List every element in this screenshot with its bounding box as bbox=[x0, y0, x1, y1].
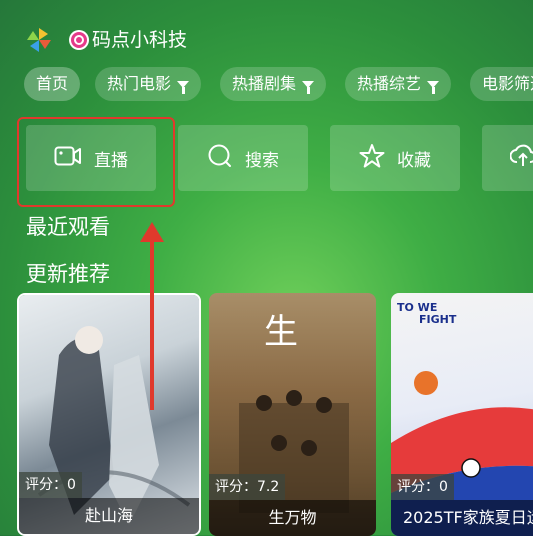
tab-hot-movies[interactable]: 热门电影 bbox=[95, 67, 202, 101]
star-icon bbox=[359, 143, 385, 174]
tab-movie-filter[interactable]: 电影筛选 bbox=[470, 67, 533, 101]
score-badge: 评分：0 bbox=[391, 474, 454, 500]
annotation-arrow-head bbox=[140, 222, 164, 242]
tab-label: 热播综艺 bbox=[357, 74, 422, 93]
media-card[interactable]: 评分：0 赴山海 bbox=[17, 293, 201, 536]
media-card[interactable]: 生 评分：7.2 生万物 bbox=[209, 293, 376, 536]
filter-icon bbox=[302, 80, 315, 94]
upload-button[interactable] bbox=[482, 125, 533, 191]
filter-icon bbox=[177, 80, 190, 94]
tab-label: 电影筛选 bbox=[482, 74, 533, 93]
tab-hot-series[interactable]: 热播剧集 bbox=[220, 67, 327, 101]
media-card[interactable]: TO WE FIGHT 评分：0 2025TF家族夏日运动会 bbox=[391, 293, 533, 536]
tab-label: 首页 bbox=[36, 74, 69, 93]
updates-section-title: 更新推荐 bbox=[26, 262, 110, 286]
search-button[interactable]: 搜索 bbox=[178, 125, 308, 191]
tab-home[interactable]: 首页 bbox=[24, 67, 81, 101]
cloud-upload-icon bbox=[509, 144, 533, 173]
tab-hot-variety[interactable]: 热播综艺 bbox=[345, 67, 452, 101]
svg-text:生: 生 bbox=[264, 312, 298, 352]
filter-icon bbox=[427, 80, 440, 94]
favorites-label: 收藏 bbox=[397, 150, 431, 171]
highlight-box bbox=[17, 117, 175, 207]
search-icon bbox=[207, 143, 233, 174]
card-title: 2025TF家族夏日运动会 bbox=[391, 500, 533, 536]
score-badge: 评分：7.2 bbox=[209, 474, 286, 500]
tab-label: 热播剧集 bbox=[232, 74, 297, 93]
svg-text:FIGHT: FIGHT bbox=[419, 313, 457, 326]
favorites-button[interactable]: 收藏 bbox=[330, 125, 460, 191]
tab-label: 热门电影 bbox=[107, 74, 172, 93]
annotation-arrow bbox=[150, 238, 154, 410]
card-title: 生万物 bbox=[209, 500, 376, 536]
search-label: 搜索 bbox=[245, 150, 279, 171]
pinwheel-icon bbox=[26, 27, 52, 53]
recent-section-title: 最近观看 bbox=[26, 215, 110, 239]
score-badge: 评分：0 bbox=[19, 472, 82, 498]
card-title: 赴山海 bbox=[19, 498, 199, 534]
app-name: 码点小科技 bbox=[92, 29, 188, 51]
lollipop-icon bbox=[68, 29, 90, 51]
